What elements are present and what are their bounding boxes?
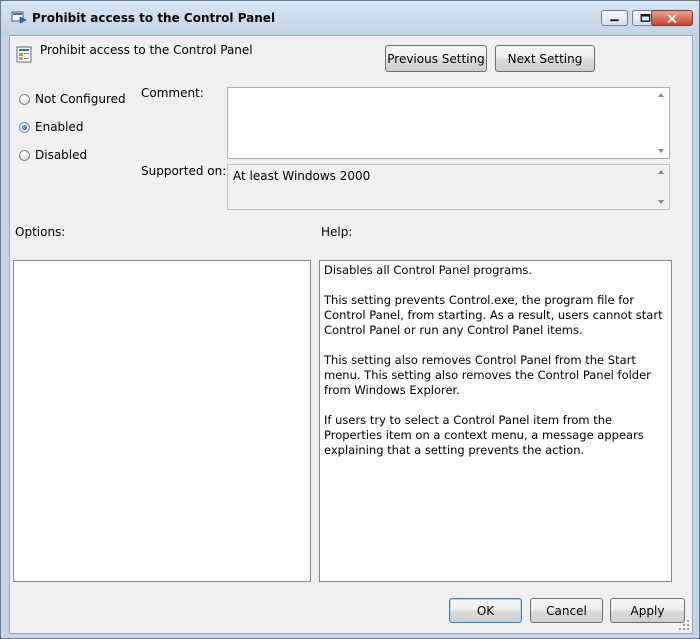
scroll-down-icon[interactable] xyxy=(658,149,664,153)
help-paragraph: Disables all Control Panel programs. xyxy=(324,263,533,277)
help-label: Help: xyxy=(321,225,353,239)
minimize-button[interactable] xyxy=(601,10,628,26)
comment-label: Comment: xyxy=(141,86,204,100)
radio-enabled[interactable]: Enabled xyxy=(19,120,84,134)
close-button[interactable] xyxy=(651,10,693,26)
policy-title: Prohibit access to the Control Panel xyxy=(40,43,253,57)
help-text: Disables all Control Panel programs. Thi… xyxy=(324,263,667,473)
comment-scrollbar[interactable] xyxy=(653,88,669,158)
help-paragraph: If users try to select a Control Panel i… xyxy=(324,413,644,457)
close-icon xyxy=(667,14,677,24)
help-panel[interactable]: Disables all Control Panel programs. Thi… xyxy=(319,260,672,582)
help-paragraph: This setting also removes Control Panel … xyxy=(324,353,651,397)
policy-dialog-window: Prohibit access to the Control Panel Pro… xyxy=(0,0,700,639)
minimize-icon xyxy=(610,19,619,22)
radio-not-configured-label: Not Configured xyxy=(35,92,126,106)
options-label: Options: xyxy=(15,225,66,239)
ok-button[interactable]: OK xyxy=(449,598,522,623)
scroll-down-icon[interactable] xyxy=(658,200,664,204)
window-title: Prohibit access to the Control Panel xyxy=(32,11,276,25)
radio-not-configured[interactable]: Not Configured xyxy=(19,92,126,106)
supported-on-scrollbar[interactable] xyxy=(653,165,669,209)
dialog-client-area: Prohibit access to the Control Panel Pre… xyxy=(9,35,693,634)
radio-enabled-label: Enabled xyxy=(35,120,84,134)
cancel-button[interactable]: Cancel xyxy=(530,598,603,623)
radio-enabled-control[interactable] xyxy=(19,121,30,133)
previous-setting-button[interactable]: Previous Setting xyxy=(385,45,487,72)
resize-grip-icon[interactable] xyxy=(678,619,690,631)
radio-disabled-control[interactable] xyxy=(19,149,30,161)
radio-not-configured-control[interactable] xyxy=(19,93,30,105)
scroll-up-icon[interactable] xyxy=(658,170,664,174)
help-paragraph: This setting prevents Control.exe, the p… xyxy=(324,293,663,337)
radio-disabled[interactable]: Disabled xyxy=(19,148,87,162)
policy-icon xyxy=(16,46,32,63)
title-bar[interactable]: Prohibit access to the Control Panel xyxy=(1,1,699,35)
radio-disabled-label: Disabled xyxy=(35,148,88,162)
apply-button[interactable]: Apply xyxy=(610,598,685,623)
scroll-up-icon[interactable] xyxy=(658,93,664,97)
supported-on-label: Supported on: xyxy=(141,164,227,178)
policy-settings-icon xyxy=(11,11,27,24)
next-setting-button[interactable]: Next Setting xyxy=(495,45,595,72)
supported-on-value: At least Windows 2000 xyxy=(233,169,371,183)
supported-on-field: At least Windows 2000 xyxy=(227,164,670,210)
comment-field[interactable] xyxy=(227,87,670,159)
options-panel[interactable] xyxy=(13,260,311,582)
